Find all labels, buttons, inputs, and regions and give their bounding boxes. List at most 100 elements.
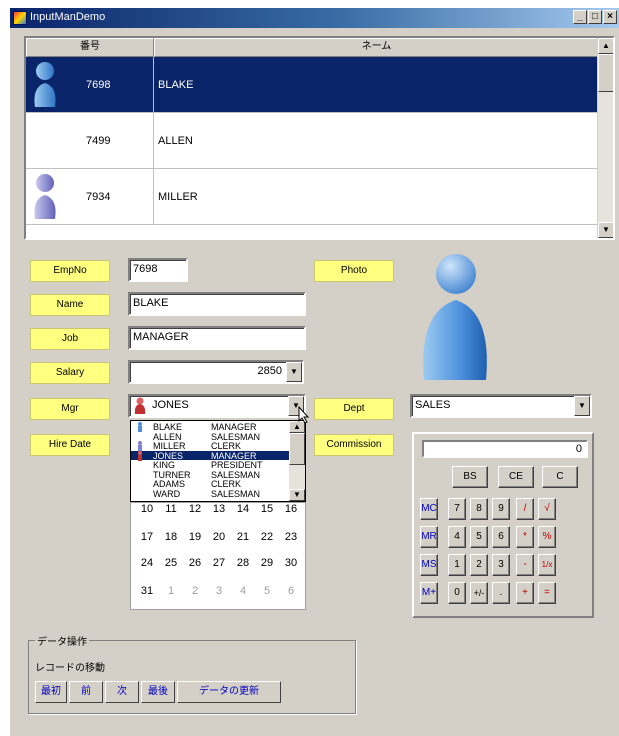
digit-0-button[interactable]: 0 <box>448 582 466 604</box>
digit-3-button[interactable]: 3 <box>492 554 510 576</box>
calendar-day[interactable]: 26 <box>183 557 207 569</box>
clear-entry-button[interactable]: CE <box>498 466 534 488</box>
m-plus-button[interactable]: M+ <box>420 582 438 604</box>
decimal-button[interactable]: . <box>492 582 510 604</box>
last-record-button[interactable]: 最後 <box>141 681 175 703</box>
calendar-day[interactable]: 17 <box>135 531 159 543</box>
calendar-day[interactable]: 6 <box>279 585 303 597</box>
table-row[interactable]: 7934 MILLER <box>26 169 599 225</box>
dept-dropdown-icon[interactable]: ▼ <box>574 396 590 416</box>
list-item[interactable]: WARD SALESMAN <box>131 489 289 499</box>
calendar-day[interactable]: 5 <box>255 585 279 597</box>
calendar-day[interactable]: 13 <box>207 503 231 515</box>
employee-grid[interactable]: 番号 ネーム 7698 BLAKE 7499 ALLEN 7934 MILLER… <box>24 36 615 240</box>
data-operations-group: データ操作 レコードの移動 最初 前 次 最後 データの更新 <box>28 633 356 714</box>
salary-field[interactable]: 2850 ▼ <box>128 360 304 384</box>
calculator-display[interactable]: 0 <box>422 440 588 458</box>
minimize-button[interactable]: _ <box>573 10 587 24</box>
digit-9-button[interactable]: 9 <box>492 498 510 520</box>
digit-8-button[interactable]: 8 <box>470 498 488 520</box>
column-header-name[interactable]: ネーム <box>154 38 599 57</box>
mgr-combo[interactable]: JONES ▼ <box>128 394 306 418</box>
sign-button[interactable]: +/- <box>470 582 488 604</box>
reciprocal-button[interactable]: 1/x <box>538 554 556 576</box>
name-field[interactable]: BLAKE <box>128 292 306 316</box>
table-row[interactable]: 7698 BLAKE <box>26 57 599 113</box>
equals-button[interactable]: = <box>538 582 556 604</box>
mr-button[interactable]: MR <box>420 526 438 548</box>
calendar-day[interactable]: 28 <box>231 557 255 569</box>
salary-dropdown-icon[interactable]: ▼ <box>286 362 302 382</box>
list-item[interactable]: KING PRESIDENT <box>131 460 289 470</box>
calendar-day[interactable]: 4 <box>231 585 255 597</box>
calendar-day[interactable]: 18 <box>159 531 183 543</box>
calendar-day[interactable]: 10 <box>135 503 159 515</box>
column-header-number[interactable]: 番号 <box>26 38 154 57</box>
list-scrollbar[interactable]: ▲ ▼ <box>289 421 305 501</box>
calendar-day[interactable]: 30 <box>279 557 303 569</box>
scroll-down-icon[interactable]: ▼ <box>289 489 305 501</box>
list-item[interactable]: BLAKE MANAGER <box>131 422 289 432</box>
grid-scrollbar[interactable]: ▲ ▼ <box>597 38 613 238</box>
calendar-day[interactable]: 21 <box>231 531 255 543</box>
digit-6-button[interactable]: 6 <box>492 526 510 548</box>
digit-7-button[interactable]: 7 <box>448 498 466 520</box>
scroll-thumb[interactable] <box>289 433 305 465</box>
calendar-day[interactable]: 3 <box>207 585 231 597</box>
list-item[interactable]: ADAMS CLERK <box>131 479 289 489</box>
scroll-up-icon[interactable]: ▲ <box>598 38 613 54</box>
hire-date-calendar[interactable]: 10 11 12 13 14 15 16 17 18 19 20 21 22 23 24 25 26 27 28… <box>130 502 306 610</box>
scroll-down-icon[interactable]: ▼ <box>598 222 613 238</box>
calendar-day[interactable]: 24 <box>135 557 159 569</box>
mc-button[interactable]: MC <box>420 498 438 520</box>
job-label: Job <box>30 328 110 350</box>
scroll-thumb[interactable] <box>598 54 613 92</box>
job-field[interactable]: MANAGER <box>128 326 306 350</box>
maximize-button[interactable]: □ <box>588 10 602 24</box>
calendar-week: 10 11 12 13 14 15 16 <box>135 503 303 515</box>
digit-5-button[interactable]: 5 <box>470 526 488 548</box>
list-item[interactable]: ALLEN SALESMAN <box>131 432 289 442</box>
calendar-day[interactable]: 27 <box>207 557 231 569</box>
digit-1-button[interactable]: 1 <box>448 554 466 576</box>
table-row[interactable]: 7499 ALLEN <box>26 113 599 169</box>
mgr-dropdown-list[interactable]: BLAKE MANAGER ALLEN SALESMAN MILLER CLERK J… <box>130 420 306 502</box>
calendar-day[interactable]: 1 <box>159 585 183 597</box>
calendar-day[interactable]: 15 <box>255 503 279 515</box>
ms-button[interactable]: MS <box>420 554 438 576</box>
calendar-day[interactable]: 20 <box>207 531 231 543</box>
subtract-button[interactable]: - <box>516 554 534 576</box>
list-item[interactable]: TURNER SALESMAN <box>131 470 289 480</box>
calendar-day[interactable]: 16 <box>279 503 303 515</box>
title-bar[interactable]: InputManDemo _ □ × <box>10 8 619 28</box>
first-record-button[interactable]: 最初 <box>35 681 67 703</box>
calendar-day[interactable]: 29 <box>255 557 279 569</box>
calendar-day[interactable]: 25 <box>159 557 183 569</box>
sqrt-button[interactable]: √ <box>538 498 556 520</box>
calendar-day[interactable]: 11 <box>159 503 183 515</box>
calendar-day[interactable]: 14 <box>231 503 255 515</box>
empno-field[interactable]: 7698 <box>128 258 188 282</box>
close-button[interactable]: × <box>603 10 617 24</box>
digit-4-button[interactable]: 4 <box>448 526 466 548</box>
app-window: InputManDemo _ □ × 番号 ネーム 7698 BLAKE 749… <box>10 8 619 736</box>
backspace-button[interactable]: BS <box>452 466 488 488</box>
calendar-day[interactable]: 2 <box>183 585 207 597</box>
multiply-button[interactable]: * <box>516 526 534 548</box>
previous-record-button[interactable]: 前 <box>69 681 103 703</box>
clear-button[interactable]: C <box>542 466 578 488</box>
digit-2-button[interactable]: 2 <box>470 554 488 576</box>
update-data-button[interactable]: データの更新 <box>177 681 281 703</box>
list-item[interactable]: MILLER CLERK <box>131 441 289 451</box>
list-item[interactable]: JONES MANAGER <box>131 450 289 461</box>
calendar-day[interactable]: 22 <box>255 531 279 543</box>
calendar-day[interactable]: 31 <box>135 585 159 597</box>
calendar-day[interactable]: 23 <box>279 531 303 543</box>
calendar-day[interactable]: 19 <box>183 531 207 543</box>
calendar-day[interactable]: 12 <box>183 503 207 515</box>
add-button[interactable]: + <box>516 582 534 604</box>
next-record-button[interactable]: 次 <box>105 681 139 703</box>
percent-button[interactable]: % <box>538 526 556 548</box>
divide-button[interactable]: / <box>516 498 534 520</box>
dept-combo[interactable]: SALES ▼ <box>410 394 592 418</box>
